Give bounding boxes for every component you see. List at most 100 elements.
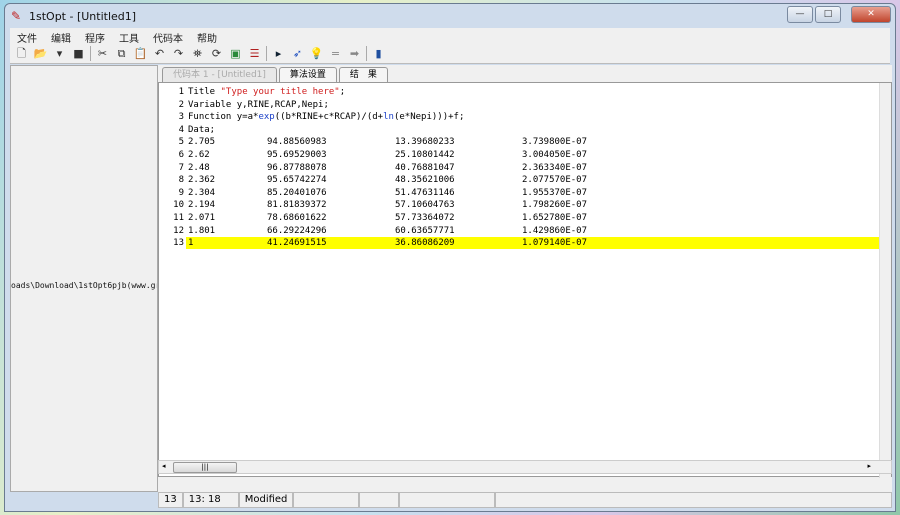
code-text: Function y=a* (188, 112, 259, 123)
data-cell: 3.739800E-07 (522, 137, 588, 148)
toolbar-separator (266, 46, 267, 61)
replace-icon[interactable]: ⟳ (209, 46, 224, 61)
data-cell: 1.429860E-07 (522, 225, 588, 236)
data-cell: 57.10604763 (395, 200, 455, 211)
data-cell: 36.86086209 (395, 238, 455, 249)
tab-codebook[interactable]: 代码本 1 - [Untitled1] (162, 67, 277, 82)
hint-bulb-icon[interactable]: 💡 (309, 46, 324, 61)
close-button[interactable]: ✕ (851, 6, 891, 23)
line-number: 5 (178, 137, 184, 148)
data-row: 9 2.304 85.20401076 51.47631146 1.955370E-07 (159, 187, 881, 199)
save-icon[interactable]: ■ (71, 46, 86, 61)
status-panel (293, 492, 360, 508)
data-cell: 2.363340E-07 (522, 162, 588, 173)
data-cell: 81.81839372 (267, 200, 327, 211)
vertical-scrollbar[interactable] (879, 83, 891, 478)
equals-icon[interactable]: = (328, 46, 343, 61)
chart-icon[interactable]: ▣ (228, 46, 243, 61)
menu-edit[interactable]: 编辑 (44, 28, 78, 45)
data-cell: 1.955370E-07 (522, 187, 588, 198)
code-line: 3 Function y=a*exp((b*RINE+c*RCAP)/(d+ln(… (178, 112, 465, 123)
run-icon[interactable]: ▸ (271, 46, 286, 61)
data-row: 6 2.62 95.69529003 25.10801442 3.004050E-07 (159, 149, 881, 161)
menu-program[interactable]: 程序 (78, 28, 112, 45)
status-panel (359, 492, 400, 508)
line-number: 11 (173, 213, 184, 223)
menu-help[interactable]: 帮助 (190, 28, 224, 45)
data-cell: 2.362 (188, 175, 216, 186)
line-number: 12 (173, 225, 184, 236)
code-text: ((b*RINE+c*RCAP)/(d+ (274, 112, 384, 123)
data-cell: 95.69529003 (267, 150, 327, 160)
scroll-right-icon[interactable]: ▸ (867, 462, 871, 470)
menu-file[interactable]: 文件 (10, 28, 44, 45)
status-panel (399, 492, 496, 508)
auto-run-icon[interactable]: ➶ (290, 46, 305, 61)
data-cell: 2.304 (188, 187, 216, 198)
data-row: 11 2.071 78.68601622 57.73364072 1.652780E-0… (159, 212, 881, 224)
data-cell: 41.24691515 (267, 238, 327, 249)
code-text: Variable y,RINE,RCAP,Nepi; (188, 99, 329, 110)
data-row: 8 2.362 95.65742274 48.35621006 2.077570E-07 (159, 174, 881, 186)
data-cell: 51.47631146 (395, 187, 455, 198)
data-cell: 95.65742274 (267, 175, 327, 186)
data-cell: 25.10801442 (395, 150, 455, 160)
tab-results[interactable]: 结 果 (338, 67, 388, 82)
data-cell: 2.62 (188, 150, 210, 160)
data-cell: 57.73364072 (395, 213, 455, 223)
code-editor[interactable]: 1 Title "Type your title here"; 2 Variable… (158, 82, 892, 478)
status-line: 13 (158, 492, 183, 508)
export-icon[interactable]: ➡ (347, 46, 362, 61)
menu-tools[interactable]: 工具 (112, 28, 146, 45)
title-bar: ✎ 1stOpt - [Untitled1] — □ ✕ (5, 4, 895, 28)
file-panel: oads\Download\1stOpt6pjb(www.gr (10, 65, 158, 492)
data-cell: 13.39680233 (395, 137, 455, 148)
open-folder-icon[interactable]: 📂 (33, 46, 48, 61)
undo-icon[interactable]: ↶ (152, 46, 167, 61)
dropdown-arrow-icon[interactable]: ▾ (52, 46, 67, 61)
file-path: oads\Download\1stOpt6pjb(www.gr (11, 281, 158, 290)
new-file-icon[interactable]: 🗋 (14, 46, 29, 61)
toolbar-separator (90, 46, 91, 61)
toolbar: 🗋 📂 ▾ ■ ✂ ⧉ 📋 ↶ ↷ ⛯ ⟳ ▣ ☰ ▸ ➶ 💡 = ➡ ▮ (10, 44, 890, 64)
minimize-button[interactable]: — (787, 6, 813, 23)
data-cell: 48.35621006 (395, 175, 455, 186)
data-row: 7 2.48 96.87788078 40.76881047 2.363340E-07 (159, 162, 881, 174)
menu-bar: 文件 编辑 程序 工具 代码本 帮助 (10, 28, 890, 45)
toolbar-separator (366, 46, 367, 61)
line-number: 8 (178, 175, 184, 186)
find-binoculars-icon[interactable]: ⛯ (190, 46, 205, 61)
import-icon[interactable]: ☰ (247, 46, 262, 61)
scroll-left-icon[interactable]: ◂ (162, 462, 166, 470)
data-cell: 66.29224296 (267, 225, 327, 236)
app-logo-icon: ✎ (11, 9, 22, 23)
window-title: 1stOpt - [Untitled1] (29, 10, 137, 23)
app-window: ✎ 1stOpt - [Untitled1] — □ ✕ 文件 编辑 程序 工具… (4, 3, 896, 512)
data-cell: 1.801 (188, 225, 216, 236)
paste-icon[interactable]: 📋 (133, 46, 148, 61)
status-modified: Modified (238, 492, 294, 508)
redo-icon[interactable]: ↷ (171, 46, 186, 61)
maximize-button[interactable]: □ (815, 6, 841, 23)
menu-codebook[interactable]: 代码本 (146, 28, 190, 45)
function-name: exp (258, 112, 275, 123)
horizontal-scrollbar[interactable]: ◂ ||| ▸ (158, 460, 892, 474)
book-icon[interactable]: ▮ (371, 46, 386, 61)
data-cell: 2.077570E-07 (522, 175, 588, 186)
tab-algorithm-settings[interactable]: 算法设置 (278, 67, 337, 82)
scroll-thumb[interactable]: ||| (173, 462, 237, 473)
cut-icon[interactable]: ✂ (95, 46, 110, 61)
code-text: ; (339, 87, 346, 97)
data-cell: 2.48 (188, 162, 210, 173)
data-cell: 85.20401076 (267, 187, 327, 198)
code-text: (e*Nepi)))+f; (393, 112, 465, 123)
line-number: 9 (178, 187, 184, 198)
data-cell: 1.652780E-07 (522, 213, 588, 223)
data-cell: 1.079140E-07 (522, 238, 588, 249)
code-line: 4 Data; (178, 124, 216, 135)
code-text: Data; (188, 124, 216, 135)
data-cell: 1.798260E-07 (522, 200, 588, 211)
code-line: 1 Title "Type your title here"; (178, 87, 346, 97)
line-number: 13 (173, 238, 184, 249)
copy-icon[interactable]: ⧉ (114, 46, 129, 61)
